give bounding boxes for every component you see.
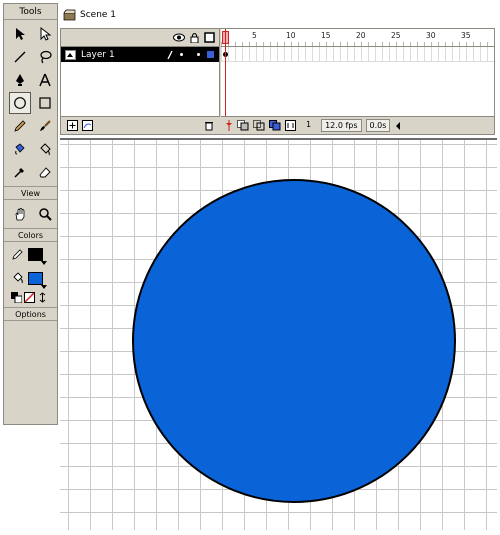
arrow-icon [16, 28, 25, 40]
timeline-panel: Layer 1 1 5 10 15 20 25 30 35 [60, 28, 495, 135]
text-a-icon [39, 73, 51, 87]
layers-pane: Layer 1 [61, 29, 220, 134]
hand-tool[interactable] [9, 203, 31, 225]
onion-skin-icon[interactable] [237, 120, 249, 131]
no-color-icon [24, 292, 35, 303]
center-frame-icon[interactable] [225, 120, 233, 131]
lock-icon[interactable] [190, 32, 199, 43]
ruler-mark: 25 [391, 31, 401, 40]
subselect-tool[interactable] [34, 23, 56, 45]
stroke-pencil-icon [12, 249, 23, 260]
pencil-tool[interactable] [9, 115, 31, 137]
ink-bottle-icon [15, 143, 25, 155]
default-colors-button[interactable] [11, 292, 22, 303]
tools-title: Tools [4, 4, 57, 20]
clapperboard-icon [63, 9, 76, 21]
frame-rate-field[interactable]: 12.0 fps [321, 119, 362, 132]
outline-square-icon[interactable] [204, 32, 215, 43]
scene-name[interactable]: Scene 1 [80, 10, 116, 20]
layers-header [61, 29, 219, 47]
zoom-magnifier-icon [39, 208, 52, 221]
rectangle-tool[interactable] [34, 92, 56, 114]
subselect-arrow-icon [40, 27, 52, 41]
rectangle-icon [39, 97, 51, 109]
visibility-dot[interactable] [180, 53, 183, 56]
fill-bucket-icon [13, 272, 23, 284]
stroke-color-row [4, 242, 57, 266]
pencil-icon [14, 120, 26, 132]
brush-tool[interactable] [34, 115, 56, 137]
paint-bucket-icon [40, 143, 51, 156]
oval-tool[interactable] [9, 92, 31, 114]
frames-pane: 1 5 10 15 20 25 30 35 1 12.0 fps 0.0s [221, 29, 494, 134]
eyedropper-tool[interactable] [9, 161, 31, 183]
swap-colors-button[interactable] [37, 292, 48, 303]
layer-row[interactable]: Layer 1 [61, 47, 219, 62]
zoom-tool[interactable] [34, 203, 56, 225]
hand-icon [15, 208, 25, 221]
stroke-color-swatch[interactable] [28, 247, 47, 265]
layer-name[interactable]: Layer 1 [81, 50, 167, 60]
modify-onion-markers-icon[interactable] [285, 120, 296, 131]
lasso-tool[interactable] [34, 46, 56, 68]
onion-skin-outlines-icon[interactable] [253, 120, 265, 131]
layers-footer [61, 116, 220, 134]
pen-nib-icon [16, 74, 24, 86]
edit-pencil-icon [167, 50, 173, 59]
scroll-left-arrow-icon[interactable] [394, 121, 402, 131]
frames-footer: 1 12.0 fps 0.0s [221, 116, 494, 134]
add-motion-guide-icon[interactable] [82, 120, 93, 131]
stage-canvas[interactable] [60, 138, 497, 530]
ruler-mark: 10 [286, 31, 296, 40]
no-color-button[interactable] [24, 292, 35, 303]
color-controls-row [4, 290, 57, 307]
paint-bucket-tool[interactable] [34, 138, 56, 160]
colors-section-label: Colors [4, 228, 57, 242]
layer-page-icon [65, 49, 76, 60]
fill-color-row [4, 266, 57, 290]
line-tool[interactable] [9, 46, 31, 68]
current-frame-field: 1 [306, 120, 312, 129]
arrow-tool[interactable] [9, 23, 31, 45]
playhead-line [225, 29, 226, 116]
insert-layer-icon[interactable] [67, 120, 78, 131]
tools-grid [4, 20, 57, 186]
ruler-mark: 5 [252, 31, 257, 40]
eraser-icon [39, 167, 51, 178]
tools-panel: Tools View Colors Options [3, 3, 58, 425]
default-colors-icon [11, 292, 22, 303]
options-section-label: Options [4, 307, 57, 321]
text-tool[interactable] [34, 69, 56, 91]
delete-layer-trash-icon[interactable] [204, 120, 214, 131]
pen-tool[interactable] [9, 69, 31, 91]
ruler-mark: 20 [356, 31, 366, 40]
brush-icon [40, 120, 51, 131]
ink-bottle-tool[interactable] [9, 138, 31, 160]
layer-frames-row[interactable] [221, 47, 494, 62]
scene-bar: Scene 1 [60, 3, 497, 27]
elapsed-time-field: 0.0s [365, 119, 391, 132]
eyedropper-icon [14, 168, 24, 178]
ruler-mark: 15 [321, 31, 331, 40]
frame-ruler[interactable]: 1 5 10 15 20 25 30 35 [221, 29, 494, 47]
fill-color-swatch[interactable] [28, 271, 47, 289]
lasso-icon [40, 50, 52, 64]
blue-circle-shape[interactable] [132, 179, 456, 503]
stage-drawing [132, 179, 456, 503]
line-icon [14, 51, 26, 63]
eraser-tool[interactable] [34, 161, 56, 183]
ruler-mark: 35 [461, 31, 471, 40]
view-tools [4, 200, 57, 228]
edit-multiple-frames-icon[interactable] [269, 120, 281, 131]
outline-color-square[interactable] [207, 51, 214, 58]
show-hide-eye-icon[interactable] [173, 33, 185, 42]
swap-colors-icon [39, 292, 46, 303]
lock-dot[interactable] [197, 53, 200, 56]
ruler-mark: 30 [426, 31, 436, 40]
view-section-label: View [4, 186, 57, 200]
oval-icon [14, 97, 26, 109]
